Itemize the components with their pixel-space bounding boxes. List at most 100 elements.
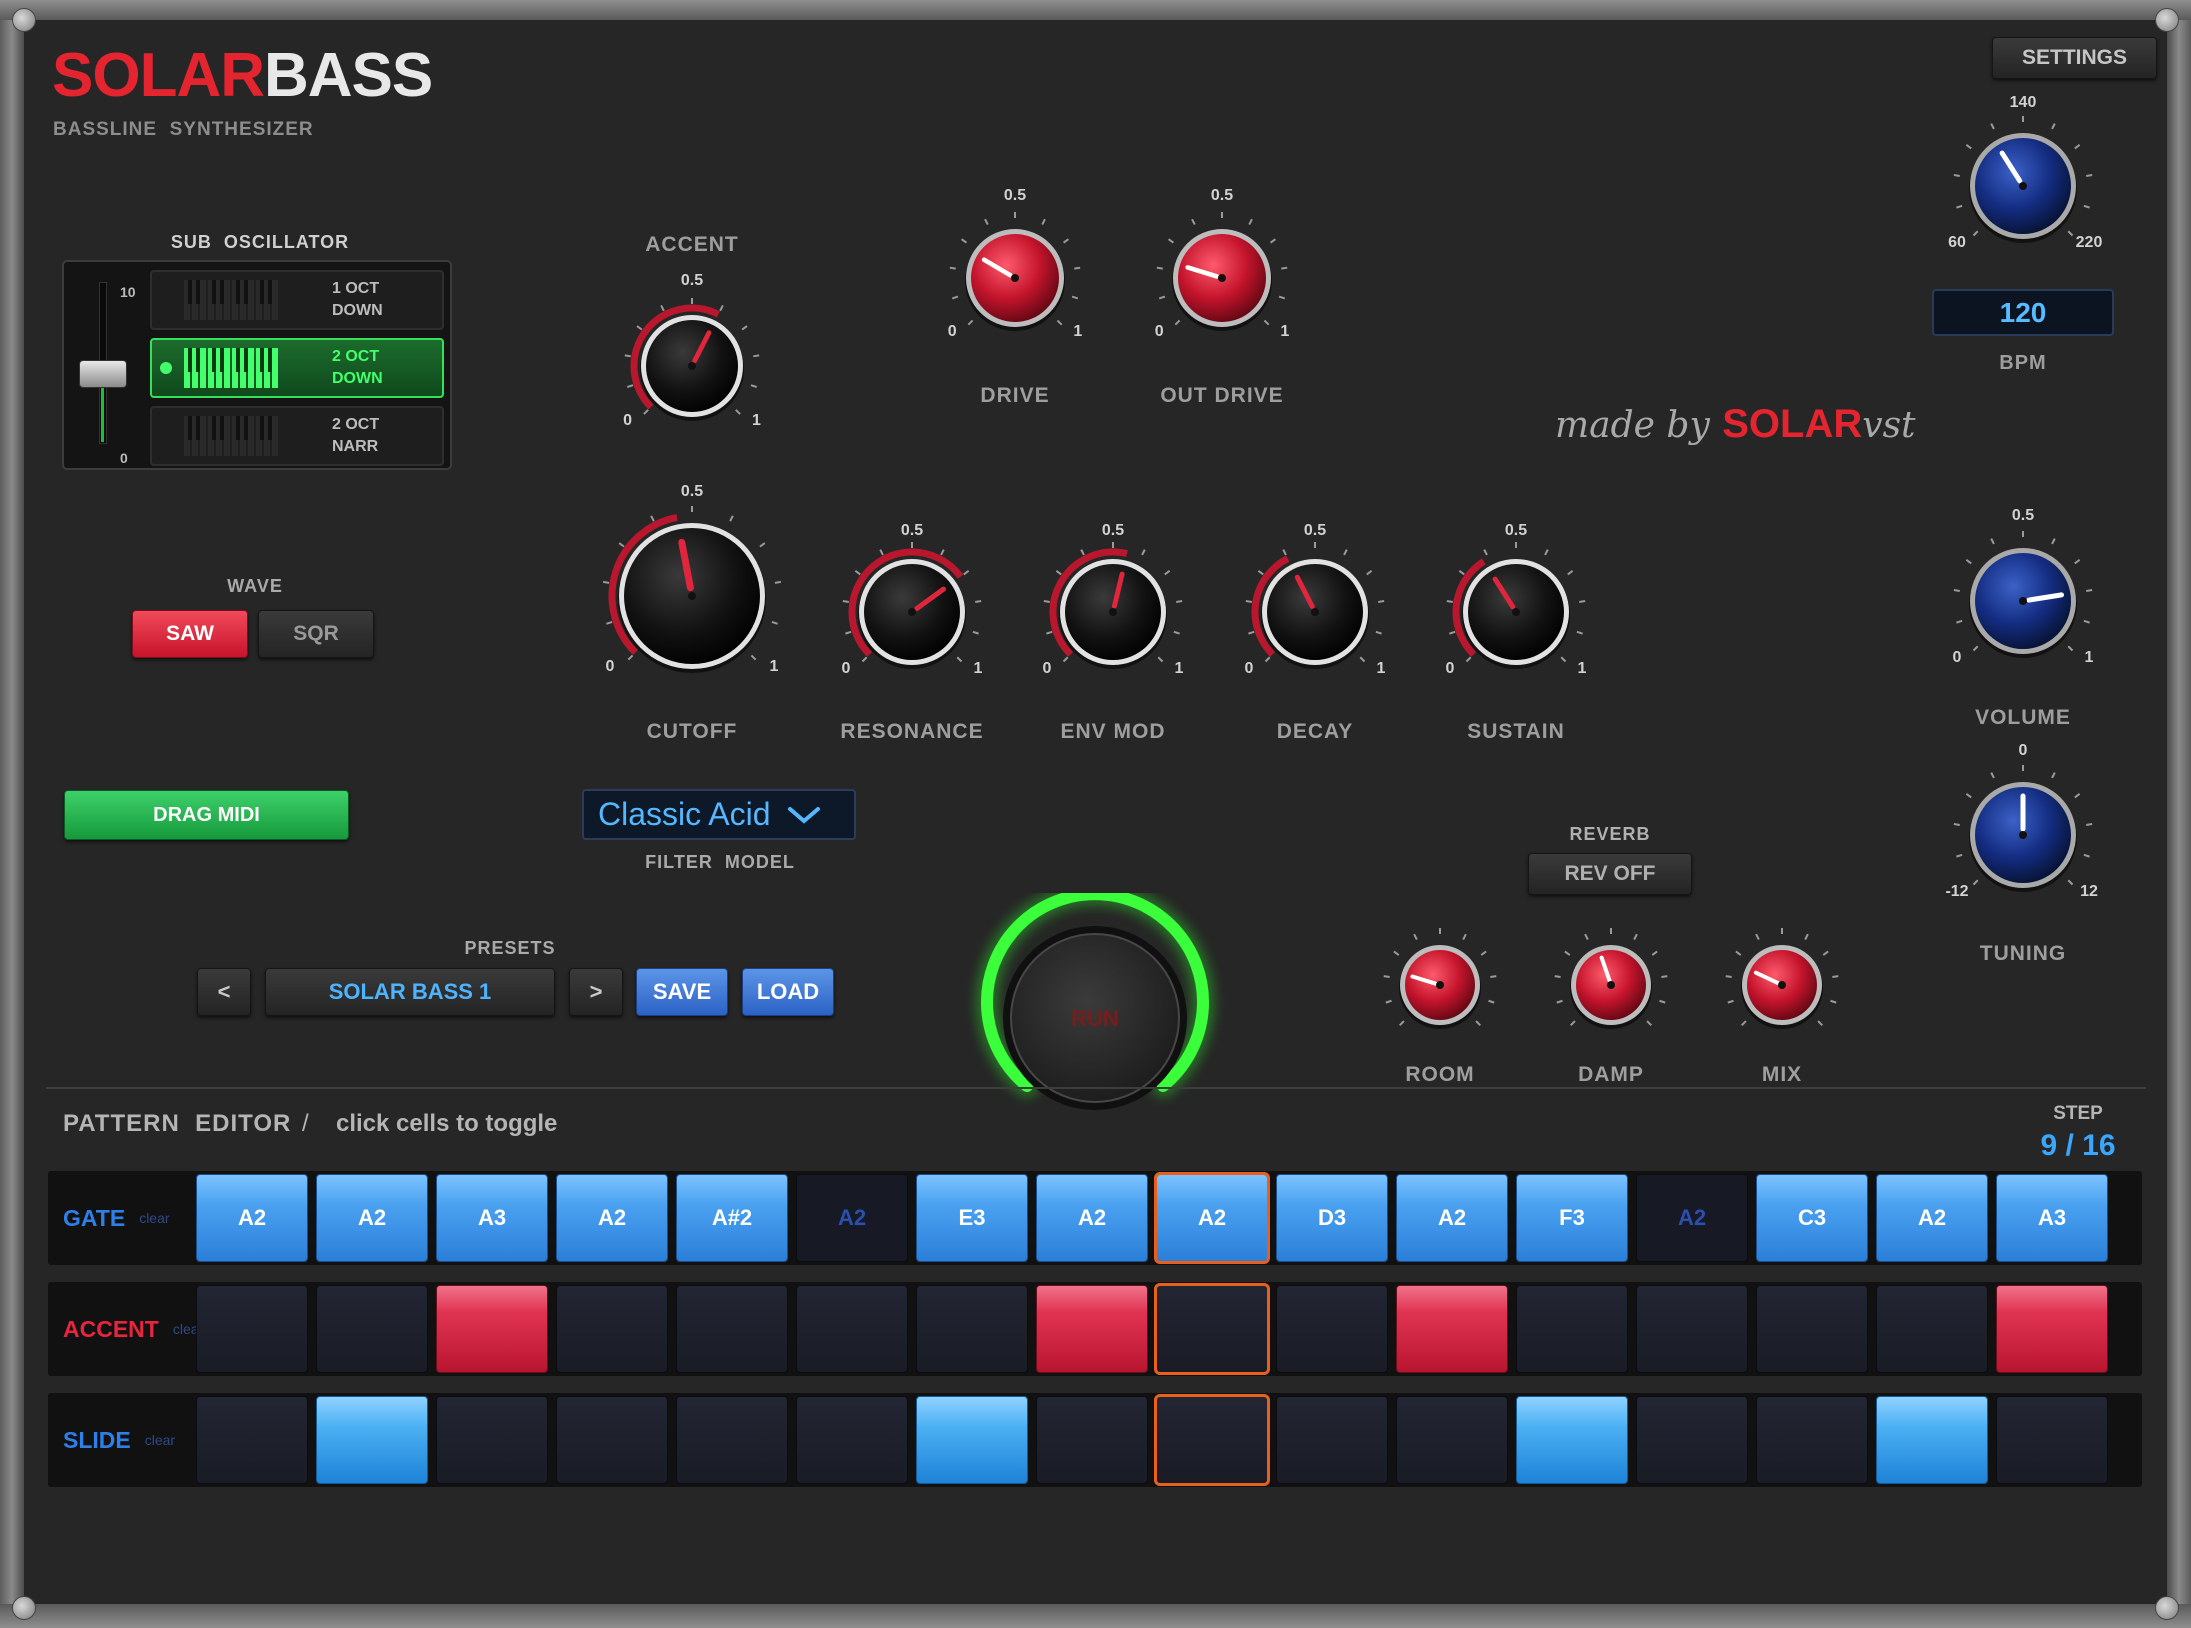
gate-step-cell[interactable]: A2 bbox=[316, 1174, 428, 1262]
slide-step-cell[interactable] bbox=[436, 1396, 548, 1484]
slide-step-cell[interactable] bbox=[556, 1396, 668, 1484]
keyboard-icon bbox=[184, 416, 278, 456]
slide-step-cell[interactable] bbox=[316, 1396, 428, 1484]
slide-step-cell[interactable] bbox=[676, 1396, 788, 1484]
preset-save-button[interactable]: SAVE bbox=[636, 968, 728, 1016]
gate-step-cell[interactable]: A2 bbox=[1154, 1172, 1270, 1264]
accent-step-cell[interactable] bbox=[196, 1285, 308, 1373]
decay-mid-label: 0.5 bbox=[1303, 522, 1327, 539]
accent-step-cell[interactable] bbox=[1636, 1285, 1748, 1373]
tuning-min-label: -12 bbox=[1945, 882, 1969, 900]
made-by-vst: vst bbox=[1862, 405, 1916, 446]
wave-saw-button[interactable]: SAW bbox=[132, 610, 248, 658]
accent-min-label: 0 bbox=[623, 412, 633, 430]
accent-step-cell[interactable] bbox=[916, 1285, 1028, 1373]
slide-step-cell[interactable] bbox=[1396, 1396, 1508, 1484]
mix-knob[interactable] bbox=[1719, 922, 1845, 1048]
room-knob[interactable] bbox=[1377, 922, 1503, 1048]
accent-step-cell[interactable] bbox=[436, 1285, 548, 1373]
gate-step-cell[interactable]: A2 bbox=[196, 1174, 308, 1262]
accent-step-cell[interactable] bbox=[1396, 1285, 1508, 1373]
made-by-text: made by bbox=[1555, 405, 1710, 446]
accent-step-cell[interactable] bbox=[676, 1285, 788, 1373]
pattern-title: PATTERN EDITOR bbox=[63, 1110, 292, 1137]
reverb-mode-button[interactable]: REV OFF bbox=[1528, 853, 1692, 895]
room-label: ROOM bbox=[1405, 1063, 1475, 1086]
row-clear-button[interactable]: clear bbox=[145, 1432, 175, 1448]
accent-step-cell[interactable] bbox=[796, 1285, 908, 1373]
accent-step-cell[interactable] bbox=[316, 1285, 428, 1373]
step-note: F3 bbox=[1559, 1205, 1585, 1230]
step-note: D3 bbox=[1317, 1205, 1347, 1230]
sub-osc-title: SUB OSCILLATOR bbox=[170, 232, 350, 252]
sub-osc-option[interactable]: 1 OCT DOWN bbox=[150, 270, 444, 330]
damp-knob[interactable] bbox=[1548, 922, 1674, 1048]
gate-step-cell[interactable]: A2 bbox=[1396, 1174, 1508, 1262]
out-drive-max-label: 1 bbox=[1280, 322, 1290, 340]
gate-step-cell[interactable]: E3 bbox=[916, 1174, 1028, 1262]
accent-step-cell[interactable] bbox=[1276, 1285, 1388, 1373]
accent-label: ACCENT bbox=[645, 233, 739, 256]
settings-button[interactable]: SETTINGS bbox=[1992, 37, 2157, 79]
slide-step-cell[interactable] bbox=[196, 1396, 308, 1484]
drive-min-label: 0 bbox=[947, 322, 957, 340]
gate-step-cell[interactable]: A2 bbox=[1036, 1174, 1148, 1262]
slide-step-cell[interactable] bbox=[1996, 1396, 2108, 1484]
brand-solar: SOLAR bbox=[52, 41, 265, 110]
volume-min-label: 0 bbox=[1952, 648, 1962, 666]
slide-step-cell[interactable] bbox=[1516, 1396, 1628, 1484]
gate-step-cell[interactable]: C3 bbox=[1756, 1174, 1868, 1262]
accent-step-cell[interactable] bbox=[1996, 1285, 2108, 1373]
slide-step-cell[interactable] bbox=[1036, 1396, 1148, 1484]
volume-max-label: 1 bbox=[2084, 648, 2094, 666]
accent-step-cell[interactable] bbox=[1876, 1285, 1988, 1373]
slide-step-cell[interactable] bbox=[1756, 1396, 1868, 1484]
accent-step-cell[interactable] bbox=[556, 1285, 668, 1373]
accent-step-cell[interactable] bbox=[1756, 1285, 1868, 1373]
accent-step-cell[interactable] bbox=[1036, 1285, 1148, 1373]
keyboard-icon bbox=[184, 348, 278, 388]
gate-step-cell[interactable]: A2 bbox=[1876, 1174, 1988, 1262]
gate-step-cell[interactable]: A2 bbox=[1636, 1174, 1748, 1262]
gate-step-cell[interactable]: F3 bbox=[1516, 1174, 1628, 1262]
slide-step-cell[interactable] bbox=[1876, 1396, 1988, 1484]
sub-osc-option-line1: 2 OCT bbox=[332, 416, 380, 433]
slider-handle[interactable] bbox=[79, 360, 127, 388]
row-clear-button[interactable]: clear bbox=[139, 1210, 169, 1226]
gate-step-cell[interactable]: A3 bbox=[436, 1174, 548, 1262]
preset-prev-button[interactable]: < bbox=[197, 968, 251, 1016]
run-label: RUN bbox=[1071, 1006, 1119, 1031]
bpm-display[interactable]: 120 bbox=[1932, 289, 2114, 336]
env-mod-max-label: 1 bbox=[1174, 659, 1184, 677]
sub-osc-option[interactable]: 2 OCT DOWN bbox=[150, 338, 444, 398]
slide-step-cell[interactable] bbox=[1636, 1396, 1748, 1484]
drag-midi-button[interactable]: DRAG MIDI bbox=[64, 790, 349, 840]
wave-sqr-button[interactable]: SQR bbox=[258, 610, 374, 658]
cutoff-max-label: 1 bbox=[769, 657, 779, 675]
slide-step-cell[interactable] bbox=[796, 1396, 908, 1484]
preset-load-button[interactable]: LOAD bbox=[742, 968, 834, 1016]
bpm-label: BPM bbox=[1999, 352, 2047, 374]
gate-step-cell[interactable]: D3 bbox=[1276, 1174, 1388, 1262]
sub-osc-level-slider[interactable]: 10 0 bbox=[74, 272, 136, 466]
accent-step-cell[interactable] bbox=[1154, 1283, 1270, 1375]
gate-step-cell[interactable]: A3 bbox=[1996, 1174, 2108, 1262]
sub-osc-option[interactable]: 2 OCT NARR bbox=[150, 406, 444, 466]
step-note: A#2 bbox=[711, 1205, 753, 1230]
preset-next-button[interactable]: > bbox=[569, 968, 623, 1016]
accent-step-cell[interactable] bbox=[1516, 1285, 1628, 1373]
slide-step-cell[interactable] bbox=[1276, 1396, 1388, 1484]
rack-frame-left bbox=[0, 0, 24, 1628]
gate-step-cell[interactable]: A#2 bbox=[676, 1174, 788, 1262]
rack-frame-right bbox=[2167, 0, 2191, 1628]
gate-step-cell[interactable]: A2 bbox=[796, 1174, 908, 1262]
gate-step-cell[interactable]: A2 bbox=[556, 1174, 668, 1262]
slide-step-cell[interactable] bbox=[1154, 1394, 1270, 1486]
decay-max-label: 1 bbox=[1376, 659, 1386, 677]
volume-label: VOLUME bbox=[1975, 706, 2071, 729]
slide-step-cell[interactable] bbox=[916, 1396, 1028, 1484]
out-drive-min-label: 0 bbox=[1154, 322, 1164, 340]
step-note: A2 bbox=[1917, 1205, 1947, 1230]
sustain-mid-label: 0.5 bbox=[1504, 522, 1528, 539]
filter-model-select[interactable]: Classic Acid bbox=[582, 789, 856, 840]
